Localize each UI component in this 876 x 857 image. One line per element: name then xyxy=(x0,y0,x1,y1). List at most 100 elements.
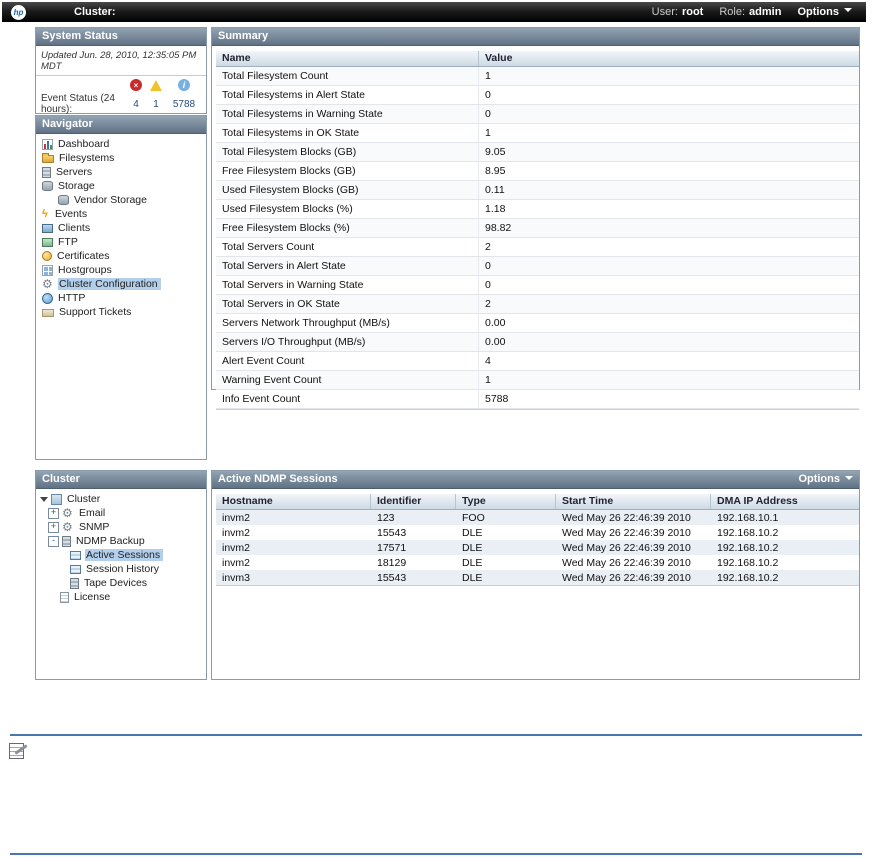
server-icon xyxy=(42,166,51,178)
start-time-cell: Wed May 26 22:46:39 2010 xyxy=(562,571,691,584)
table-row[interactable]: invm2 17571 DLE Wed May 26 22:46:39 2010 192… xyxy=(216,540,859,555)
storage-icon xyxy=(42,181,53,191)
expand-caret-icon[interactable] xyxy=(40,496,48,502)
tree-item-email[interactable]: Email xyxy=(36,506,206,520)
sidebar-item-label: Servers xyxy=(56,166,93,178)
hostname-cell: invm3 xyxy=(222,571,251,584)
topbar-options-menu[interactable]: Options xyxy=(797,6,852,18)
table-row: Total Filesystem Blocks (GB) 9.05 xyxy=(216,143,859,162)
folder-icon xyxy=(42,153,54,163)
alert-icon xyxy=(130,79,142,91)
chevron-down-icon xyxy=(844,8,852,12)
summary-value-cell: 9.05 xyxy=(485,146,506,158)
tree-item-snmp[interactable]: SNMP xyxy=(36,520,206,534)
license-icon xyxy=(60,591,69,603)
column-header-name[interactable]: Name xyxy=(216,51,479,66)
summary-value-cell: 4 xyxy=(485,355,491,367)
summary-value-cell: 2 xyxy=(485,241,491,253)
ndmp-sessions-table: Hostname Identifier Type Start Time DMA … xyxy=(216,494,859,586)
tree-item-license[interactable]: License xyxy=(36,590,206,604)
role-value: admin xyxy=(749,6,782,18)
ndmp-sessions-panel: Active NDMP Sessions Options Hostname Id… xyxy=(211,470,860,680)
system-status-header: System Status xyxy=(36,28,206,46)
table-row: Total Filesystems in Alert State 0 xyxy=(216,86,859,105)
identifier-cell: 18129 xyxy=(377,556,407,569)
tree-item-tape-devices[interactable]: Tape Devices xyxy=(36,576,206,590)
sidebar-item-dashboard[interactable]: Dashboard xyxy=(36,137,206,151)
sidebar-item-vendor-storage[interactable]: Vendor Storage xyxy=(36,193,206,207)
summary-value-cell: 0 xyxy=(485,279,491,291)
summary-name-cell: Free Filesystem Blocks (GB) xyxy=(216,162,479,180)
summary-value-cell: 0.00 xyxy=(485,336,506,348)
tree-item-active-sessions[interactable]: Active Sessions xyxy=(36,548,206,562)
column-header-identifier[interactable]: Identifier xyxy=(371,494,456,509)
last-updated-text: Updated Jun. 28, 2010, 12:35:05 PM MDT xyxy=(36,46,206,76)
sidebar-item-label: Filesystems xyxy=(59,152,115,164)
table-row: Used Filesystem Blocks (GB) 0.11 xyxy=(216,181,859,200)
expand-plus-icon[interactable] xyxy=(48,521,59,533)
navigator-title: Navigator xyxy=(42,118,93,130)
summary-name-cell: Servers Network Throughput (MB/s) xyxy=(216,314,479,332)
sidebar-item-label: Certificates xyxy=(57,250,110,262)
hostname-cell: invm2 xyxy=(222,526,251,539)
table-row: Free Filesystem Blocks (GB) 8.95 xyxy=(216,162,859,181)
table-row: Total Servers in OK State 2 xyxy=(216,295,859,314)
type-cell: DLE xyxy=(462,571,483,584)
column-header-start-time[interactable]: Start Time xyxy=(556,494,711,509)
summary-value-cell: 5788 xyxy=(485,393,509,405)
column-header-hostname[interactable]: Hostname xyxy=(216,494,371,509)
summary-name-cell: Total Filesystems in OK State xyxy=(216,124,479,142)
sidebar-item-clients[interactable]: Clients xyxy=(36,221,206,235)
column-header-value[interactable]: Value xyxy=(479,51,859,66)
table-row[interactable]: invm3 15543 DLE Wed May 26 22:46:39 2010 192… xyxy=(216,570,859,585)
tree-item-ndmp-backup[interactable]: NDMP Backup xyxy=(36,534,206,548)
sidebar-item-ftp[interactable]: FTP xyxy=(36,235,206,249)
warning-count: 1 xyxy=(153,98,159,110)
sidebar-item-servers[interactable]: Servers xyxy=(36,165,206,179)
dma-ip-cell: 192.168.10.1 xyxy=(717,511,779,524)
type-cell: FOO xyxy=(462,511,485,524)
ndmp-table-header: Hostname Identifier Type Start Time DMA … xyxy=(216,494,859,510)
summary-name-cell: Used Filesystem Blocks (GB) xyxy=(216,181,479,199)
tree-item-cluster[interactable]: Cluster xyxy=(36,492,206,506)
column-header-dma-ip[interactable]: DMA IP Address xyxy=(711,494,859,509)
info-icon xyxy=(178,79,190,91)
dma-ip-cell: 192.168.10.2 xyxy=(717,541,779,554)
collapse-minus-icon[interactable] xyxy=(48,535,59,547)
sidebar-item-label: Clients xyxy=(58,222,91,234)
role-label: Role: xyxy=(719,6,746,18)
summary-table: Name Value Total Filesystem Count 1 Total… xyxy=(216,51,859,410)
column-header-type[interactable]: Type xyxy=(456,494,556,509)
hp-logo-icon: hp xyxy=(11,4,26,20)
sidebar-item-filesystems[interactable]: Filesystems xyxy=(36,151,206,165)
expand-plus-icon[interactable] xyxy=(48,507,59,519)
tree-item-session-history[interactable]: Session History xyxy=(36,562,206,576)
sidebar-item-cluster-configuration[interactable]: Cluster Configuration xyxy=(36,277,206,291)
sidebar-item-http[interactable]: HTTP xyxy=(36,291,206,305)
sidebar-item-hostgroups[interactable]: Hostgroups xyxy=(36,263,206,277)
table-row[interactable]: invm2 123 FOO Wed May 26 22:46:39 2010 192.1… xyxy=(216,510,859,525)
sidebar-item-label: Hostgroups xyxy=(58,264,112,276)
ndmp-options-menu[interactable]: Options xyxy=(798,471,853,488)
summary-name-cell: Total Filesystems in Warning State xyxy=(216,105,479,123)
system-status-panel: System Status Updated Jun. 28, 2010, 12:… xyxy=(35,27,207,115)
sidebar-item-events[interactable]: Events xyxy=(36,207,206,221)
ticket-icon xyxy=(42,309,54,317)
summary-value-cell: 1.18 xyxy=(485,203,506,215)
summary-name-cell: Free Filesystem Blocks (%) xyxy=(216,219,479,237)
start-time-cell: Wed May 26 22:46:39 2010 xyxy=(562,541,691,554)
summary-name-cell: Used Filesystem Blocks (%) xyxy=(216,200,479,218)
type-cell: DLE xyxy=(462,541,483,554)
sidebar-item-support-tickets[interactable]: Support Tickets xyxy=(36,305,206,319)
sidebar-item-storage[interactable]: Storage xyxy=(36,179,206,193)
table-row[interactable]: invm2 15543 DLE Wed May 26 22:46:39 2010 192… xyxy=(216,525,859,540)
warning-icon xyxy=(150,79,162,91)
table-row[interactable]: invm2 18129 DLE Wed May 26 22:46:39 2010 192… xyxy=(216,555,859,570)
dma-ip-cell: 192.168.10.2 xyxy=(717,571,779,584)
page: hp Cluster: User: root Role: admin Options… xyxy=(0,0,876,857)
sidebar-item-certificates[interactable]: Certificates xyxy=(36,249,206,263)
topbar-options-label: Options xyxy=(797,6,839,18)
globe-icon xyxy=(42,292,53,304)
start-time-cell: Wed May 26 22:46:39 2010 xyxy=(562,556,691,569)
event-status-summary: Event Status (24 hours): 4 1 5788 xyxy=(36,76,206,115)
